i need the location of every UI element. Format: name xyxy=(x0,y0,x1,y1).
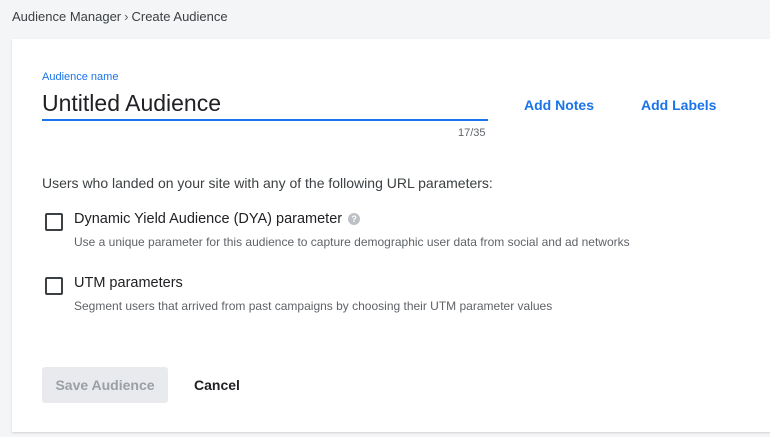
help-icon[interactable]: ? xyxy=(348,213,361,225)
breadcrumb-create-audience: Create Audience xyxy=(131,9,228,24)
create-audience-card: Audience name 17/35 Add Notes Add Labels… xyxy=(12,39,770,432)
breadcrumb: Audience Manager › Create Audience xyxy=(12,9,228,24)
utm-parameters-title: UTM parameters xyxy=(74,275,183,291)
dya-parameter-description: Use a unique parameter for this audience… xyxy=(74,235,630,249)
dya-parameter-checkbox[interactable] xyxy=(45,213,63,231)
utm-parameters-description: Segment users that arrived from past cam… xyxy=(74,299,553,313)
save-audience-button[interactable]: Save Audience xyxy=(42,367,168,403)
dya-parameter-title: Dynamic Yield Audience (DYA) parameter? xyxy=(74,211,361,227)
breadcrumb-audience-manager[interactable]: Audience Manager xyxy=(12,9,121,24)
add-notes-button[interactable]: Add Notes xyxy=(524,97,594,113)
url-parameters-intro: Users who landed on your site with any o… xyxy=(42,175,493,191)
add-labels-button[interactable]: Add Labels xyxy=(641,97,716,113)
audience-name-char-count: 17/35 xyxy=(458,127,486,139)
breadcrumb-separator: › xyxy=(124,9,129,24)
dya-parameter-title-text: Dynamic Yield Audience (DYA) parameter xyxy=(74,211,343,227)
audience-name-input[interactable] xyxy=(42,87,488,121)
audience-name-label: Audience name xyxy=(42,71,119,83)
cancel-button[interactable]: Cancel xyxy=(178,367,256,403)
utm-parameters-checkbox[interactable] xyxy=(45,277,63,295)
